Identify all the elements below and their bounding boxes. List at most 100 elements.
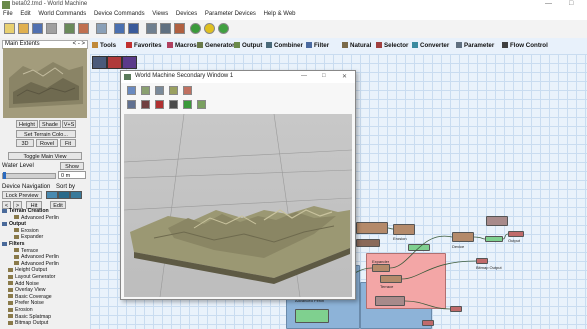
play-icon[interactable] xyxy=(183,100,192,109)
tree-item-label: Terrace xyxy=(21,247,39,254)
view3d-icon[interactable] xyxy=(146,23,157,34)
tree-item[interactable]: Basic Splatmap xyxy=(2,314,88,321)
fit-button[interactable]: Fit xyxy=(60,139,76,147)
open-folder-icon[interactable] xyxy=(18,23,29,34)
render-icon[interactable] xyxy=(160,23,171,34)
app-icon xyxy=(2,1,10,9)
tree-item[interactable]: Terrain Creation xyxy=(2,208,88,215)
device-tree: Terrain Creation Advanced Perlin Output Ero… xyxy=(2,208,88,327)
tree-item[interactable]: Height Output xyxy=(2,267,88,274)
camera-icon[interactable] xyxy=(155,86,164,95)
extents-arrows[interactable]: < - > xyxy=(73,41,85,47)
terrain-view-icon[interactable] xyxy=(141,86,150,95)
menu-world-commands[interactable]: World Commands xyxy=(35,10,89,17)
palette-tab-converter[interactable]: Converter xyxy=(412,42,449,49)
device-icon xyxy=(14,248,19,253)
shade-view-button[interactable]: Shade xyxy=(39,120,61,128)
save-icon[interactable] xyxy=(32,23,43,34)
palette-tab-parameter[interactable]: Parameter xyxy=(456,42,494,49)
show-water-button[interactable]: Show xyxy=(60,162,84,170)
tree-item[interactable]: Bitmap Output xyxy=(2,320,88,327)
secondary-maximize-button[interactable]: □ xyxy=(322,73,326,79)
pause-icon[interactable] xyxy=(204,23,215,34)
minimize-button[interactable]: — xyxy=(545,0,552,7)
render-mode-icon[interactable] xyxy=(127,100,136,109)
tree-item[interactable]: Expander xyxy=(2,234,88,241)
secondary-minimize-button[interactable]: — xyxy=(301,73,307,79)
terrain-preview[interactable] xyxy=(3,48,87,118)
menu-views[interactable]: Views xyxy=(149,10,171,17)
menu-edit[interactable]: Edit xyxy=(17,10,33,17)
palette-tab-label: Filter xyxy=(314,42,330,49)
menu-devices[interactable]: Devices xyxy=(173,10,200,17)
settings-icon[interactable] xyxy=(46,23,57,34)
record-icon[interactable] xyxy=(155,100,164,109)
secondary-close-button[interactable]: ✕ xyxy=(342,73,347,80)
palette-tab-favorites[interactable]: Favorites xyxy=(126,42,162,49)
menu-help-web[interactable]: Help & Web xyxy=(261,10,299,17)
tree-item[interactable]: Erosion xyxy=(2,228,88,235)
menu-device-commands[interactable]: Device Commands xyxy=(91,10,148,17)
wireframe-icon[interactable] xyxy=(141,100,150,109)
menu-parameter-devices[interactable]: Parameter Devices xyxy=(202,10,259,17)
secondary-window-titlebar[interactable]: World Machine Secondary Window 1 — □ ✕ xyxy=(121,71,355,83)
device-icon xyxy=(8,314,13,319)
globe-icon[interactable] xyxy=(218,23,229,34)
tree-item[interactable]: Advanced Perlin xyxy=(2,261,88,268)
refresh-icon[interactable] xyxy=(197,100,206,109)
tree-item[interactable]: Add Noise xyxy=(2,281,88,288)
3d-viewport[interactable] xyxy=(124,114,352,297)
view-mode-icon[interactable] xyxy=(127,86,136,95)
tree-item[interactable]: Advanced Perlin xyxy=(2,254,88,261)
menu-file[interactable]: File xyxy=(0,10,16,17)
palette-tab-selector[interactable]: Selector xyxy=(376,42,408,49)
set-terrain-color-button[interactable]: Set Terrain Colo... xyxy=(16,130,76,138)
palette-tab-tools[interactable]: Tools xyxy=(92,42,116,49)
palette-tab-macros[interactable]: Macros xyxy=(167,42,197,49)
export-icon[interactable] xyxy=(78,23,89,34)
tree-item[interactable]: Layout Generator xyxy=(2,274,88,281)
light-icon[interactable] xyxy=(169,86,178,95)
maximize-button[interactable]: □ xyxy=(569,0,573,7)
palette-tab-output[interactable]: Output xyxy=(234,42,262,49)
color-icon[interactable] xyxy=(183,86,192,95)
tree-item-label: Height Output xyxy=(15,267,48,274)
sort-icon-1[interactable] xyxy=(46,191,58,199)
vs-view-button[interactable]: V+S xyxy=(62,120,76,128)
palette-tab-generator[interactable]: Generator xyxy=(197,42,235,49)
macro-icon xyxy=(167,42,173,49)
node-label: Terrace xyxy=(380,284,394,289)
build-icon[interactable] xyxy=(64,23,75,34)
go-icon[interactable] xyxy=(190,23,201,34)
toggle-main-view-button[interactable]: Toggle Main View xyxy=(8,152,82,160)
grid-view-icon[interactable] xyxy=(114,23,125,34)
rovel-button[interactable]: Rovel xyxy=(36,139,58,147)
tree-item[interactable]: Basic Coverage xyxy=(2,294,88,301)
split-view-icon[interactable] xyxy=(128,23,139,34)
tree-item[interactable]: Filters xyxy=(2,241,88,248)
sort-icon-2[interactable] xyxy=(58,191,70,199)
palette-tab-combiner[interactable]: Combiner xyxy=(266,42,303,49)
palette-tab-flow-control[interactable]: Flow Control xyxy=(502,42,548,49)
tree-item[interactable]: Advanced Perlin xyxy=(2,215,88,222)
tree-item[interactable]: Overlay View xyxy=(2,287,88,294)
palette-tab-natural[interactable]: Natural xyxy=(342,42,371,49)
tree-item[interactable]: Erosion xyxy=(2,307,88,314)
lock-preview-button[interactable]: Lock Preview xyxy=(2,191,42,199)
layout-icon[interactable] xyxy=(96,23,107,34)
3d-button[interactable]: 3D xyxy=(16,139,34,147)
tree-item[interactable]: Terrace xyxy=(2,248,88,255)
sort-icon-3[interactable] xyxy=(70,191,82,199)
tree-item[interactable]: Prefer Noise xyxy=(2,300,88,307)
new-file-icon[interactable] xyxy=(4,23,15,34)
water-level-input[interactable]: 0 m xyxy=(58,171,86,179)
node-label: Erosion xyxy=(393,236,407,241)
slider-thumb[interactable] xyxy=(3,172,6,179)
height-view-button[interactable]: Height xyxy=(16,120,38,128)
node-label: Device xyxy=(452,244,465,249)
water-level-slider[interactable] xyxy=(2,172,56,179)
terrain-icon[interactable] xyxy=(174,23,185,34)
tree-item[interactable]: Output xyxy=(2,221,88,228)
export-view-icon[interactable] xyxy=(169,100,178,109)
palette-tab-filter[interactable]: Filter xyxy=(306,42,329,49)
